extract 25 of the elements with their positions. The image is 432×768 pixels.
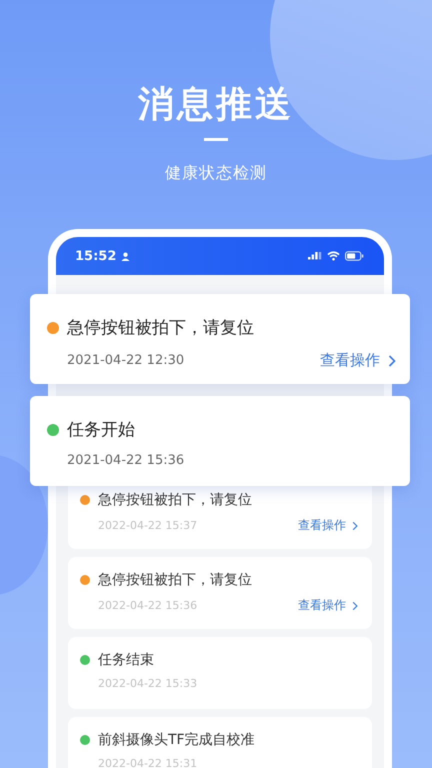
- message-title: 急停按钮被拍下，请复位: [98, 571, 252, 589]
- chevron-right-icon: [352, 520, 358, 530]
- message-time: 2021-04-22 12:30: [67, 353, 184, 368]
- subtitle: 健康状态检测: [165, 163, 267, 184]
- headline: 消息推送: [138, 83, 294, 127]
- message-title: 任务开始: [67, 419, 135, 441]
- message-title: 前斜摄像头TF完成自校准: [98, 731, 255, 749]
- view-action-link[interactable]: 查看操作: [320, 351, 396, 370]
- message-time: 2022-04-22 15:36: [98, 599, 198, 612]
- person-icon: [121, 252, 130, 260]
- chevron-right-icon: [352, 600, 358, 610]
- status-time: 15:52: [75, 248, 116, 264]
- wifi-icon: [327, 251, 340, 261]
- message-time: 2022-04-22 15:33: [98, 677, 198, 690]
- message-time: 2021-04-22 15:36: [67, 453, 184, 468]
- chevron-right-icon: [388, 354, 396, 366]
- signal-icon: [308, 252, 322, 260]
- message-time: 2022-04-22 15:37: [98, 519, 198, 532]
- view-action-link[interactable]: 查看操作: [298, 517, 358, 534]
- message-time: 2022-04-22 15:31: [98, 757, 198, 768]
- message-title: 急停按钮被拍下，请复位: [67, 317, 254, 339]
- message-title: 急停按钮被拍下，请复位: [98, 491, 252, 509]
- message-title: 任务结束: [98, 651, 154, 669]
- battery-icon: [345, 251, 364, 261]
- view-action-link[interactable]: 查看操作: [298, 597, 358, 614]
